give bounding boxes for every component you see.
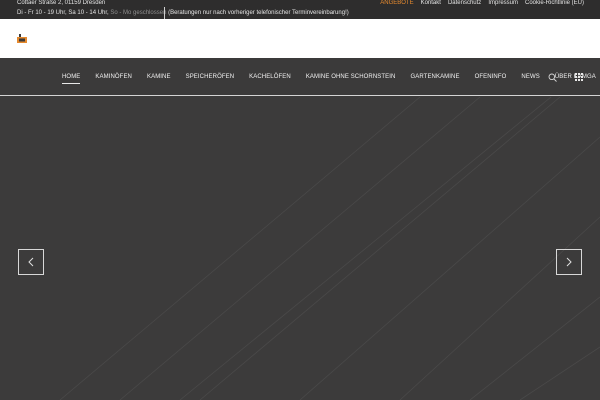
opening-hours: Di - Fr 10 - 19 Uhr, Sa 10 - 14 Uhr, So … (17, 10, 349, 17)
top-links: ANGEBOTE Kontakt Datenschutz Impressum C… (380, 0, 584, 7)
top-link-angebote[interactable]: ANGEBOTE (380, 0, 413, 7)
nav-item-gartenkamine[interactable]: GARTENKAMINE (410, 73, 459, 81)
nav-item-home[interactable]: HOME (62, 73, 81, 84)
nav-menu: HOME KAMINÖFEN KAMINE SPEICHERÖFEN KACHE… (62, 73, 596, 84)
grid-menu-icon[interactable] (575, 73, 583, 81)
nav-item-kamine-ohne-schornstein[interactable]: KAMINE OHNE SCHORNSTEIN (306, 73, 396, 81)
nav-item-news[interactable]: NEWS (521, 73, 539, 81)
slider-next-button[interactable] (556, 249, 582, 275)
hours-main: Di - Fr 10 - 19 Uhr, Sa 10 - 14 Uhr, (17, 10, 109, 16)
nav-item-kacheloefen[interactable]: KACHELÖFEN (249, 73, 291, 81)
search-icon[interactable] (548, 73, 557, 82)
top-link-cookie[interactable]: Cookie-Richtlinie (EU) (525, 0, 584, 7)
hero-slider[interactable] (0, 97, 600, 400)
nav-item-kaminoefen[interactable]: KAMINÖFEN (95, 73, 132, 81)
nav-item-kamine[interactable]: KAMINE (147, 73, 171, 81)
address-text: Cottaer Straße 2, 01159 Dresden (17, 0, 106, 6)
hours-closed: So - Mo geschlossen (110, 10, 167, 16)
hours-note: (Beratungen nur nach vorheriger telefoni… (168, 10, 349, 16)
main-navigation: HOME KAMINÖFEN KAMINE SPEICHERÖFEN KACHE… (0, 58, 600, 96)
top-link-impressum[interactable]: Impressum (488, 0, 518, 7)
kamga-logo-icon[interactable] (17, 34, 27, 43)
slider-prev-button[interactable] (18, 249, 44, 275)
nav-item-ofeninfo[interactable]: OFENINFO (475, 73, 507, 81)
hero-background-pattern (59, 97, 600, 400)
top-link-kontakt[interactable]: Kontakt (421, 0, 441, 7)
top-info-bar: Cottaer Straße 2, 01159 Dresden Di - Fr … (0, 0, 600, 23)
chevron-right-icon (566, 257, 572, 267)
top-link-datenschutz[interactable]: Datenschutz (448, 0, 481, 7)
logo-bar (0, 19, 600, 58)
nav-item-speicheroefen[interactable]: SPEICHERÖFEN (186, 73, 235, 81)
chevron-left-icon (28, 257, 34, 267)
